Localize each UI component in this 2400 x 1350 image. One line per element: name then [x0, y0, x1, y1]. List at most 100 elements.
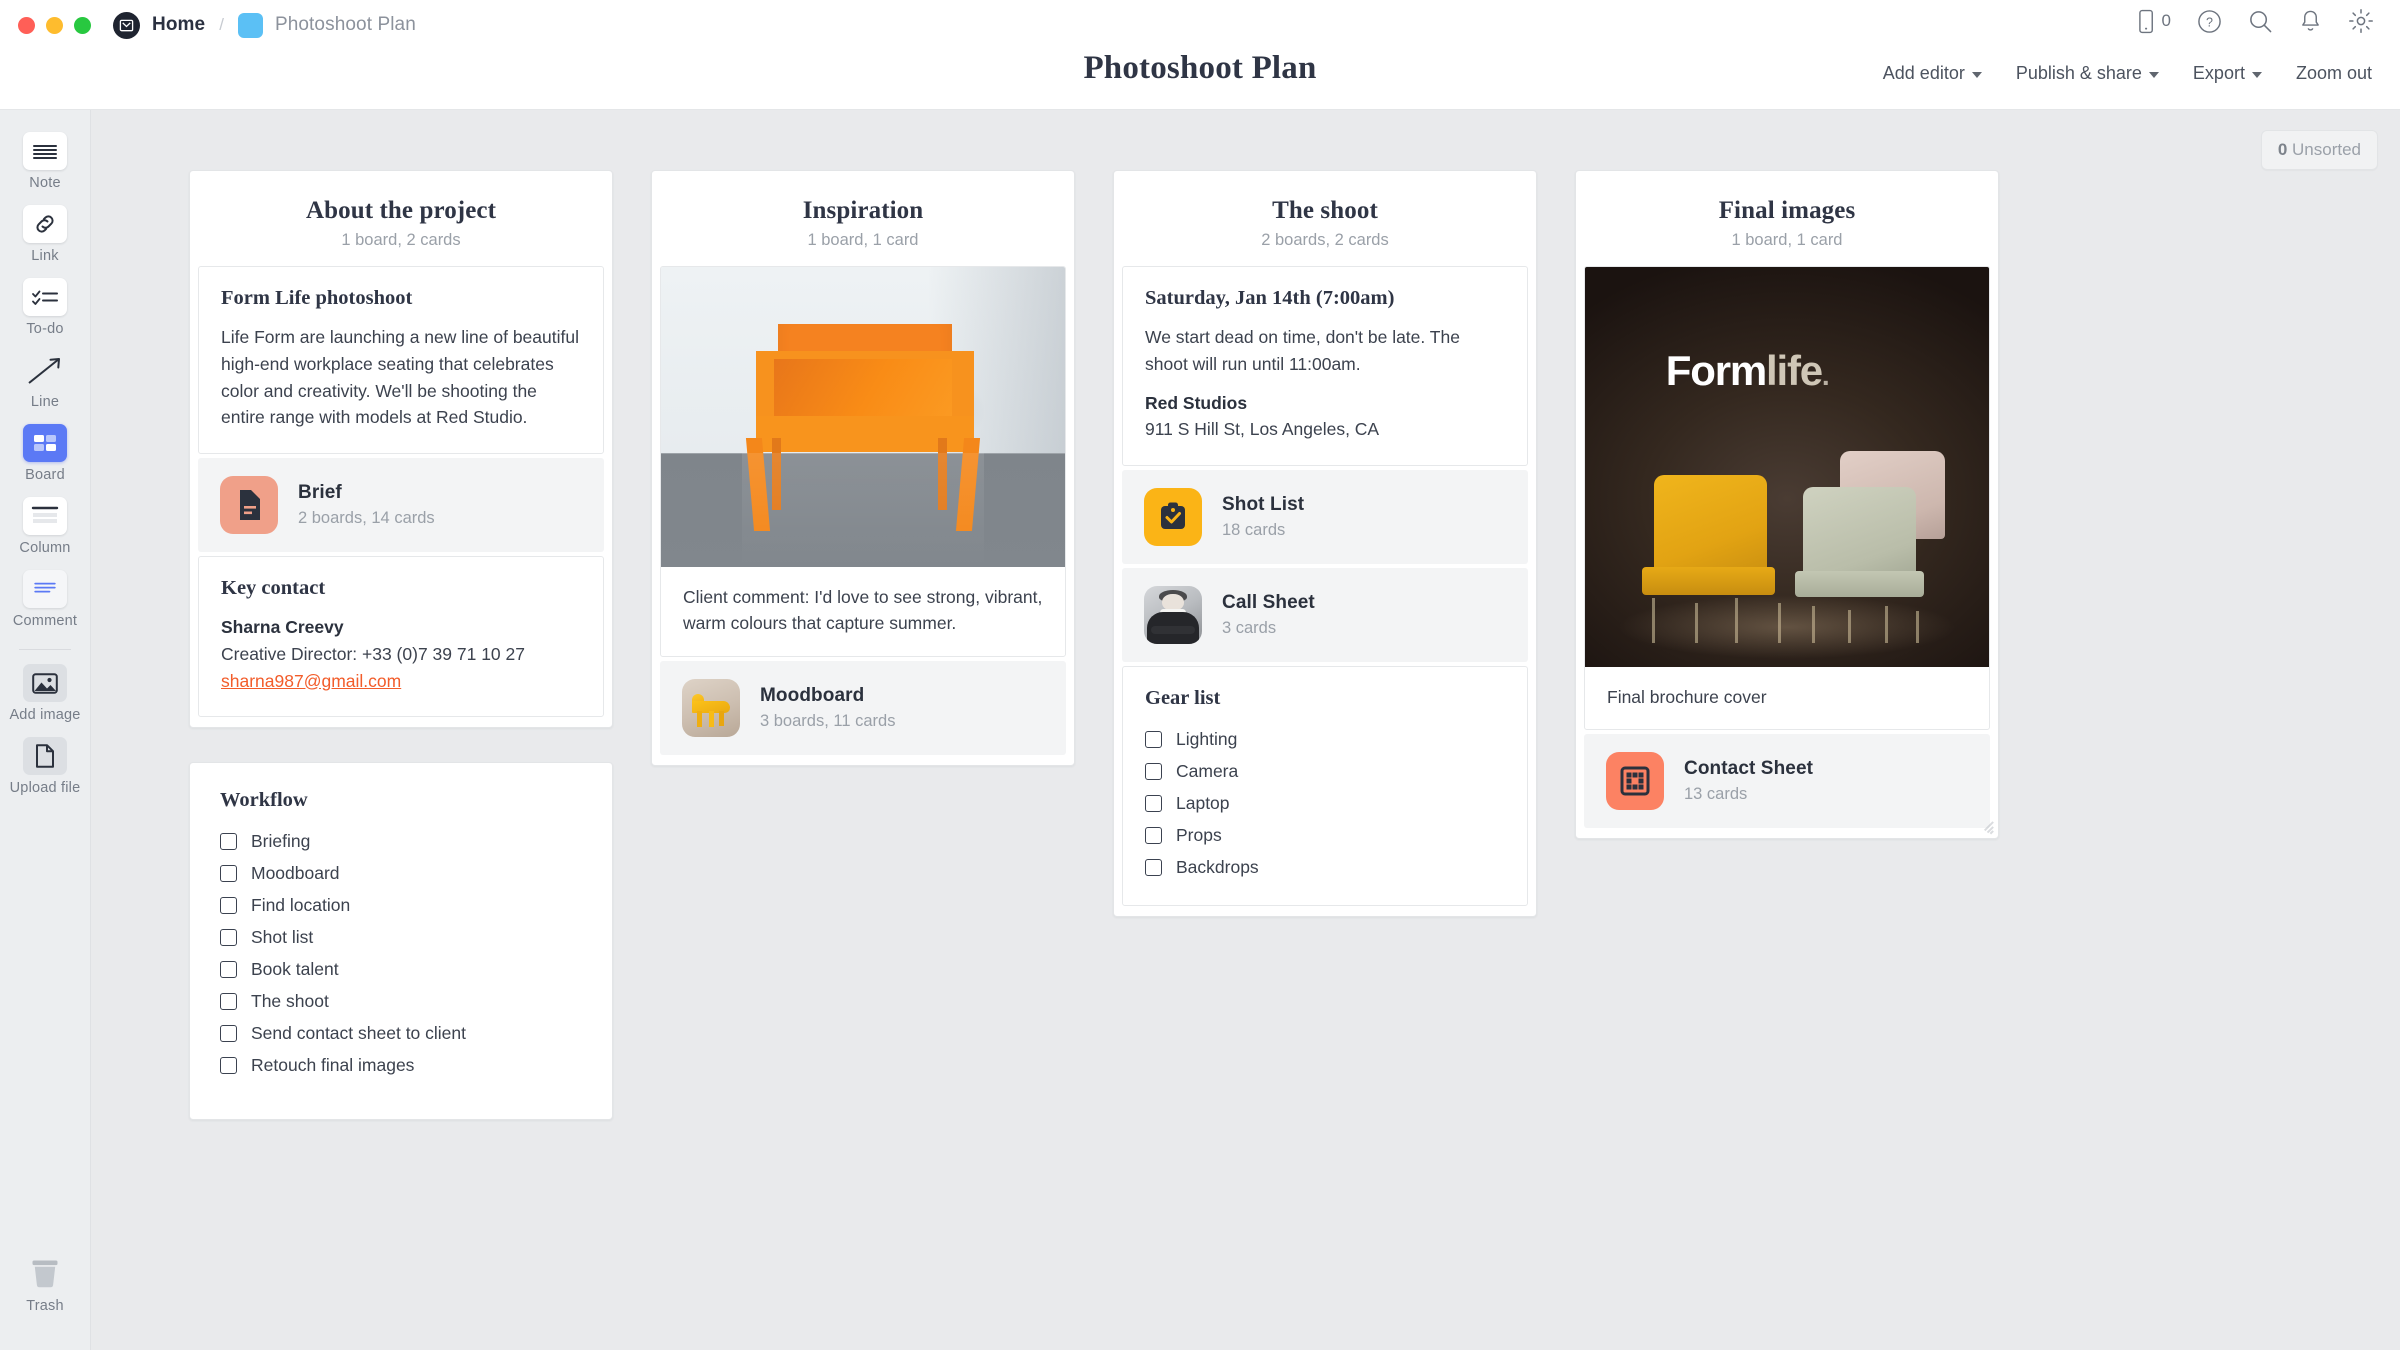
note-card-title: Form Life photoshoot — [221, 287, 413, 309]
checklist-item[interactable]: Backdrops — [1145, 851, 1505, 883]
checklist-item-label: Backdrops — [1176, 856, 1259, 877]
unsorted-badge[interactable]: 0 Unsorted — [2260, 130, 2378, 170]
column-about-the-project[interactable]: About the project 1 board, 2 cards Form … — [189, 170, 613, 729]
checkbox-icon[interactable] — [1145, 826, 1162, 844]
checklist-item[interactable]: Moodboard — [220, 857, 582, 889]
help-icon[interactable]: ? — [2197, 9, 2222, 34]
column-subtitle: 1 board, 1 card — [1731, 231, 1843, 249]
zoom-out-button[interactable]: Zoom out — [2296, 63, 2372, 84]
key-contact-email-link[interactable]: sharna987@gmail.com — [221, 668, 581, 695]
checkbox-icon[interactable] — [220, 928, 237, 946]
notification-bell-icon[interactable] — [2299, 9, 2322, 34]
checkbox-icon[interactable] — [220, 960, 237, 978]
checkbox-icon[interactable] — [1145, 794, 1162, 812]
breadcrumb-current-page[interactable]: Photoshoot Plan — [275, 14, 416, 36]
sidebar-tool-comment[interactable]: Comment — [0, 570, 91, 629]
board-card-call-sheet[interactable]: Call Sheet 3 cards — [1122, 568, 1528, 663]
model-portrait-thumb — [1144, 586, 1202, 645]
column-final-images[interactable]: Final images 1 board, 1 card Formlife. F… — [1575, 170, 1999, 840]
checklist-item-label: Lighting — [1176, 728, 1238, 749]
checklist-card-workflow[interactable]: Workflow Briefing Moodboard Find locatio… — [198, 769, 604, 1104]
sidebar-trash[interactable]: Trash — [0, 1255, 91, 1314]
close-window-button[interactable] — [18, 16, 35, 34]
sidebar-tool-column[interactable]: Column — [0, 497, 91, 556]
comment-icon — [23, 570, 67, 608]
sidebar-trash-label: Trash — [26, 1298, 64, 1314]
thumb-chair-leg — [708, 710, 714, 728]
search-icon[interactable] — [2248, 9, 2273, 34]
checklist-card-gear-list[interactable]: Gear list Lighting Camera Laptop Props B… — [1122, 666, 1528, 907]
mobile-icon[interactable]: 0 — [2138, 9, 2171, 34]
board-card-brief[interactable]: Brief 2 boards, 14 cards — [198, 458, 604, 553]
sidebar-tool-add-image-label: Add image — [9, 707, 81, 723]
top-bar-icon-group: 0 ? — [2138, 8, 2374, 34]
breadcrumb: Home / Photoshoot Plan — [113, 11, 416, 39]
board-card-contact-sheet[interactable]: Contact Sheet 13 cards — [1584, 734, 1990, 829]
note-icon — [23, 132, 67, 170]
board-card-meta: Call Sheet 3 cards — [1222, 592, 1315, 638]
brochure-chair-yellow — [1653, 475, 1767, 579]
note-card-form-life-photoshoot[interactable]: Form Life photoshoot Life Form are launc… — [198, 266, 604, 455]
checklist-item[interactable]: Shot list — [220, 921, 582, 953]
checkbox-icon[interactable] — [1145, 730, 1162, 748]
grid-icon — [1606, 752, 1664, 811]
checklist-item[interactable]: Book talent — [220, 953, 582, 985]
column-workflow-checklist[interactable]: Workflow Briefing Moodboard Find locatio… — [189, 762, 613, 1121]
file-icon — [23, 737, 67, 775]
checklist-item[interactable]: Retouch final images — [220, 1049, 582, 1081]
column-resize-handle[interactable] — [1979, 819, 1994, 835]
sidebar-tool-todo[interactable]: To-do — [0, 278, 91, 337]
top-bar-actions: Add editor Publish & share Export Zoom o… — [1883, 63, 2372, 84]
sidebar-tool-link[interactable]: Link — [0, 205, 91, 264]
chevron-down-icon — [2148, 71, 2159, 78]
maximize-window-button[interactable] — [74, 16, 91, 34]
checkbox-icon[interactable] — [220, 832, 237, 850]
note-card-key-contact[interactable]: Key contact Sharna Creevy Creative Direc… — [198, 556, 604, 718]
settings-gear-icon[interactable] — [2348, 8, 2374, 34]
sidebar-tool-upload-file[interactable]: Upload file — [0, 737, 91, 796]
checkbox-icon[interactable] — [1145, 762, 1162, 780]
window-traffic-lights[interactable] — [0, 16, 91, 34]
checkbox-icon[interactable] — [220, 1024, 237, 1042]
checkbox-icon[interactable] — [220, 864, 237, 882]
image-card-brochure-cover[interactable]: Formlife. Final brochure cover — [1584, 266, 1990, 731]
publish-share-button[interactable]: Publish & share — [2016, 63, 2159, 84]
checklist-item[interactable]: Find location — [220, 889, 582, 921]
checklist-item[interactable]: Briefing — [220, 825, 582, 857]
sidebar-tool-line[interactable]: Line — [0, 351, 91, 410]
minimize-window-button[interactable] — [46, 16, 63, 34]
shoot-venue-address: 911 S Hill St, Los Angeles, CA — [1145, 419, 1380, 440]
checklist-item[interactable]: Camera — [1145, 755, 1505, 787]
board-card-moodboard[interactable]: Moodboard 3 boards, 11 cards — [660, 660, 1066, 755]
column-header: Final images 1 board, 1 card — [1576, 191, 1998, 266]
checkbox-icon[interactable] — [1145, 858, 1162, 876]
checklist-item[interactable]: Props — [1145, 819, 1505, 851]
checklist-item[interactable]: Send contact sheet to client — [220, 1017, 582, 1049]
board-canvas[interactable]: 0 Unsorted About the project 1 board, 2 … — [91, 110, 2400, 1350]
add-editor-button[interactable]: Add editor — [1883, 63, 1982, 84]
breadcrumb-home-link[interactable]: Home — [152, 14, 205, 36]
checklist-item-label: Book talent — [251, 958, 339, 979]
checkbox-icon[interactable] — [220, 896, 237, 914]
top-bar: Home / Photoshoot Plan 0 ? Photoshoot Pl… — [0, 0, 2400, 110]
wordmark-part-dot: . — [1821, 360, 1830, 391]
checklist-item[interactable]: Laptop — [1145, 787, 1505, 819]
column-subtitle: 2 boards, 2 cards — [1261, 231, 1389, 249]
key-contact-details: Sharna Creevy Creative Director: +33 (0)… — [221, 614, 581, 694]
column-inspiration[interactable]: Inspiration 1 board, 1 card Client comme… — [651, 170, 1075, 766]
column-subtitle: 1 board, 1 card — [807, 231, 919, 249]
sidebar-tool-board[interactable]: Board — [0, 424, 91, 483]
image-card-orange-chair[interactable]: Client comment: I'd love to see strong, … — [660, 266, 1066, 657]
column-the-shoot[interactable]: The shoot 2 boards, 2 cards Saturday, Ja… — [1113, 170, 1537, 918]
checklist-item[interactable]: The shoot — [220, 985, 582, 1017]
sidebar-tool-note[interactable]: Note — [0, 132, 91, 191]
sidebar-tool-add-image[interactable]: Add image — [0, 664, 91, 723]
checklist-item[interactable]: Lighting — [1145, 723, 1505, 755]
board-card-shot-list[interactable]: Shot List 18 cards — [1122, 470, 1528, 565]
checkbox-icon[interactable] — [220, 1056, 237, 1074]
export-button[interactable]: Export — [2193, 63, 2262, 84]
checklist-item-label: Laptop — [1176, 792, 1230, 813]
checkbox-icon[interactable] — [220, 992, 237, 1010]
key-contact-role: Creative Director: +33 (0)7 39 71 10 27 — [221, 643, 525, 664]
note-card-shoot-schedule[interactable]: Saturday, Jan 14th (7:00am) We start dea… — [1122, 266, 1528, 467]
